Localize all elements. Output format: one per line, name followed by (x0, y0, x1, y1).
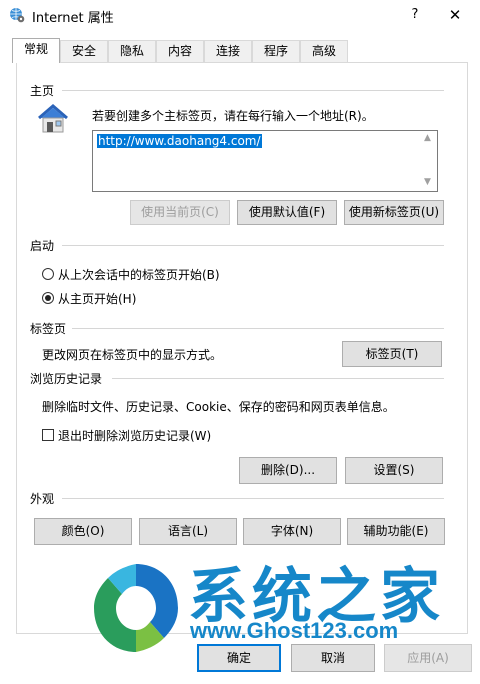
tab-security[interactable]: 安全 (60, 40, 108, 62)
history-group-label: 浏览历史记录 (30, 372, 103, 386)
house-icon (38, 104, 68, 133)
radio-last-session[interactable] (42, 268, 54, 280)
use-new-tab-button[interactable]: 使用新标签页(U) (344, 200, 444, 225)
homepage-instruction: 若要创建多个主标签页，请在每行输入一个地址(R)。 (92, 109, 374, 123)
homepage-divider (62, 90, 444, 91)
startup-group-label: 启动 (30, 239, 55, 253)
tab-connections[interactable]: 连接 (204, 40, 252, 62)
accessibility-button[interactable]: 辅助功能(E) (347, 518, 445, 545)
fonts-button[interactable]: 字体(N) (243, 518, 341, 545)
watermark-url: www.Ghost123.com (190, 618, 399, 643)
help-button[interactable]: ? (400, 2, 430, 28)
appearance-divider (62, 498, 444, 499)
history-divider (112, 378, 444, 379)
radio-last-session-label[interactable]: 从上次会话中的标签页开始(B) (58, 266, 220, 283)
tabs-divider (72, 328, 444, 329)
radio-home-page[interactable] (42, 292, 54, 304)
close-button[interactable]: ✕ (440, 2, 470, 28)
startup-divider (62, 245, 444, 246)
tabs-settings-button[interactable]: 标签页(T) (342, 341, 442, 367)
window-title: Internet 属性 (32, 11, 114, 26)
tab-programs[interactable]: 程序 (252, 40, 300, 62)
homepage-url-textarea[interactable]: http://www.daohang4.com/ ▲ ▼ (92, 130, 438, 192)
globe-settings-icon (10, 8, 25, 23)
ok-button[interactable]: 确定 (197, 644, 281, 672)
tab-content[interactable]: 内容 (156, 40, 204, 62)
history-settings-button[interactable]: 设置(S) (345, 457, 443, 484)
apply-button[interactable]: 应用(A) (384, 644, 472, 672)
delete-history-button[interactable]: 删除(D)... (239, 457, 337, 484)
scroll-up-icon[interactable]: ▲ (424, 133, 431, 143)
tab-advanced[interactable]: 高级 (300, 40, 348, 62)
title-bar: Internet 属性 ? ✕ (0, 0, 480, 30)
tab-general[interactable]: 常规 (12, 38, 60, 63)
use-current-button[interactable]: 使用当前页(C) (130, 200, 230, 225)
delete-history-on-exit-label[interactable]: 退出时删除浏览历史记录(W) (58, 427, 211, 444)
watermark-logo-icon (94, 564, 178, 652)
colors-button[interactable]: 颜色(O) (34, 518, 132, 545)
history-description: 删除临时文件、历史记录、Cookie、保存的密码和网页表单信息。 (42, 400, 395, 414)
scroll-down-icon[interactable]: ▼ (424, 177, 431, 187)
languages-button[interactable]: 语言(L) (139, 518, 237, 545)
radio-home-page-label[interactable]: 从主页开始(H) (58, 290, 136, 307)
tabs-group-label: 标签页 (30, 322, 67, 336)
delete-history-on-exit-checkbox[interactable] (42, 429, 54, 441)
homepage-group-label: 主页 (30, 84, 55, 98)
appearance-group-label: 外观 (30, 492, 55, 506)
tabs-description: 更改网页在标签页中的显示方式。 (42, 348, 223, 362)
cancel-button[interactable]: 取消 (291, 644, 375, 672)
use-default-button[interactable]: 使用默认值(F) (237, 200, 337, 225)
tab-privacy[interactable]: 隐私 (108, 40, 156, 62)
textarea-scrollbar[interactable]: ▲ ▼ (421, 131, 437, 191)
internet-properties-dialog: Internet 属性 ? ✕ 常规 安全 隐私 内容 连接 程序 高级 主页 … (0, 0, 480, 684)
homepage-url-value: http://www.daohang4.com/ (97, 134, 262, 148)
